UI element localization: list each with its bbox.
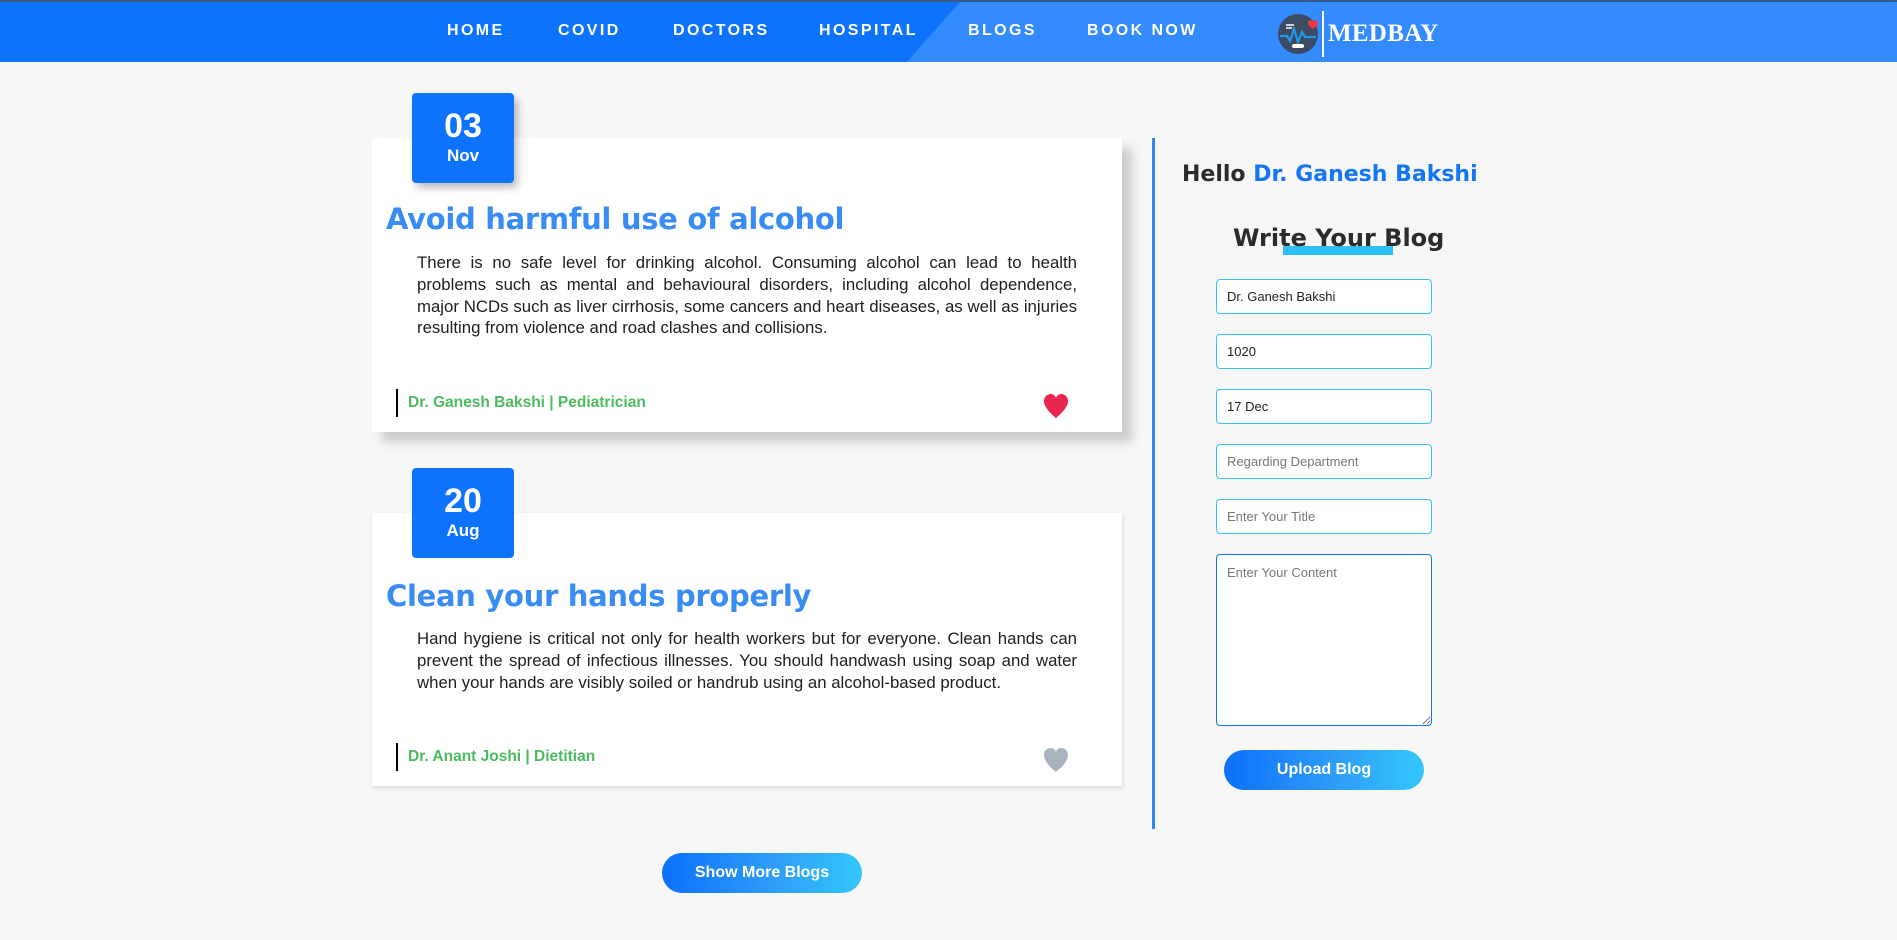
heart-icon[interactable] [1042,746,1070,774]
blog-date-month: Nov [446,146,480,165]
greeting-prefix: Hello [1182,162,1246,187]
vertical-divider [1152,138,1155,829]
blog-title[interactable]: Clean your hands properly [386,579,811,613]
blog-date-day: 03 [444,107,482,145]
brand-logo[interactable]: MEDBAY [1278,10,1439,58]
blog-author: Dr. Ganesh Bakshi | Pediatrician [396,389,646,417]
title-field[interactable] [1216,499,1432,534]
blog-date-day: 20 [444,482,482,520]
show-more-blogs-button[interactable]: Show More Blogs [662,853,862,893]
department-field[interactable] [1216,444,1432,479]
logo-text: MEDBAY [1328,20,1439,47]
nav-covid[interactable]: COVID [558,22,621,40]
heart-icon[interactable] [1042,392,1070,420]
nav-book-now[interactable]: BOOK NOW [1087,22,1198,40]
logo-separator [1322,11,1324,57]
blog-author: Dr. Anant Joshi | Dietitian [396,743,595,771]
top-navbar: HOME COVID DOCTORS HOSPITAL BLOGS BOOK N… [0,0,1897,62]
date-field[interactable] [1216,389,1432,424]
greeting-name: Dr. Ganesh Bakshi [1253,162,1478,187]
nav-doctors[interactable]: DOCTORS [673,22,770,40]
nav-hospital[interactable]: HOSPITAL [819,22,918,40]
upload-blog-button[interactable]: Upload Blog [1224,750,1424,790]
author-name-field[interactable] [1216,279,1432,314]
blog-date-month: Aug [446,521,480,540]
blog-body: Hand hygiene is critical not only for he… [417,629,1077,692]
write-blog-heading: Write Your Blog [1233,224,1445,252]
doctor-id-field[interactable] [1216,334,1432,369]
nav-blogs[interactable]: BLOGS [968,22,1037,40]
greeting: Hello Dr. Ganesh Bakshi [1182,162,1478,187]
nav-home[interactable]: HOME [447,22,505,40]
blog-date-badge: 03 Nov [412,93,514,183]
content-textarea[interactable] [1216,554,1432,726]
blog-body: There is no safe level for drinking alco… [417,253,1077,338]
blog-date-badge: 20 Aug [412,468,514,558]
blog-title[interactable]: Avoid harmful use of alcohol [386,202,844,236]
heartbeat-monitor-icon [1278,14,1318,54]
